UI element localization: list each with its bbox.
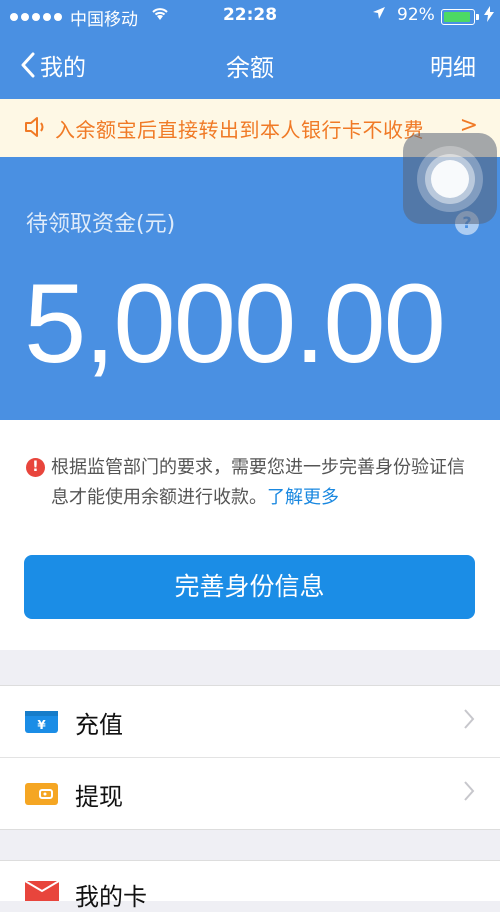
- speaker-icon: [24, 116, 48, 143]
- charging-bolt-icon: [484, 6, 494, 26]
- navigation-bar: 我的 余额 明细: [0, 34, 500, 98]
- recharge-label: 充值: [75, 711, 123, 739]
- complete-identity-button[interactable]: 完善身份信息: [24, 555, 475, 619]
- balance-amount: 5,000.00: [24, 261, 446, 386]
- recharge-icon: ¥: [25, 711, 58, 733]
- partial-row-label: 我的卡: [75, 883, 147, 911]
- status-bar: 中国移动 22:28 92%: [0, 0, 500, 34]
- page-title: 余额: [226, 54, 274, 82]
- envelope-icon: [24, 880, 60, 901]
- wallet-icon: [25, 783, 58, 805]
- battery-icon: [441, 9, 475, 25]
- location-arrow-icon: [372, 6, 386, 24]
- balance-label: 待领取资金(元): [26, 212, 176, 237]
- learn-more-link[interactable]: 了解更多: [267, 487, 339, 508]
- battery-percent: 92%: [397, 5, 435, 25]
- chevron-right-icon: [463, 708, 475, 734]
- list-item-withdraw[interactable]: 提现: [0, 758, 500, 829]
- action-list: ¥ 充值 提现: [0, 685, 500, 830]
- warning-text: 根据监管部门的要求，需要您进一步完善身份验证信息才能使用余额进行收款。: [51, 457, 465, 508]
- warning-message: 根据监管部门的要求，需要您进一步完善身份验证信息才能使用余额进行收款。了解更多: [51, 453, 481, 513]
- list-item-recharge[interactable]: ¥ 充值: [0, 686, 500, 758]
- svg-text:¥: ¥: [37, 718, 46, 732]
- battery-cap: [476, 14, 479, 20]
- assistive-touch-button[interactable]: [403, 133, 497, 224]
- detail-button[interactable]: 明细: [430, 48, 476, 82]
- warning-icon: !: [26, 458, 45, 477]
- withdraw-label: 提现: [75, 783, 123, 811]
- notice-text: 入余额宝后直接转出到本人银行卡不收费: [55, 118, 424, 142]
- list-item-partial[interactable]: 我的卡: [0, 860, 500, 911]
- chevron-right-icon: [463, 780, 475, 806]
